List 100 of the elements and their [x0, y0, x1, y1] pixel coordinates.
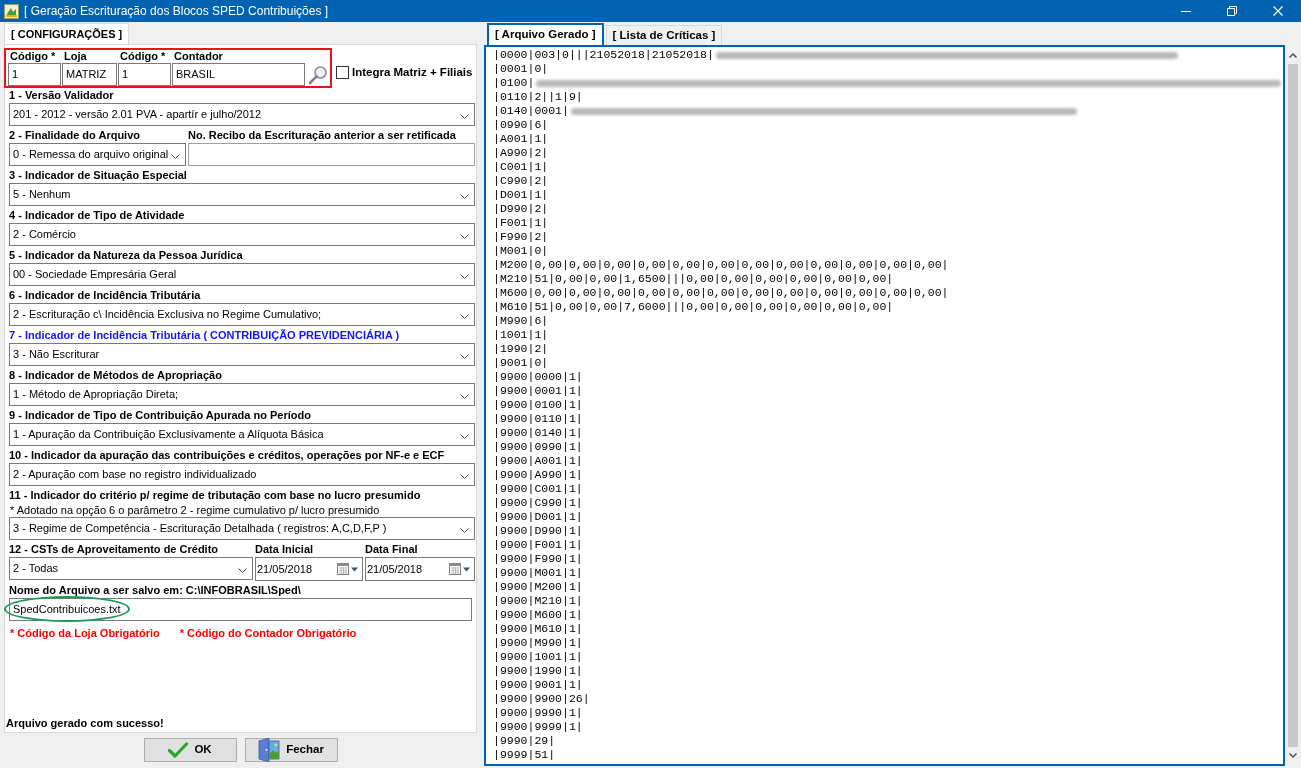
file-line: |9900|M210|1|	[493, 594, 583, 608]
error-message: * Código da Loja Obrigatório	[10, 626, 160, 641]
chevron-down-icon	[460, 528, 469, 533]
file-line: |D001|1|	[493, 188, 549, 202]
field-label: 1 - Versão Validador	[9, 88, 115, 103]
scrollbar-thumb[interactable]	[1288, 64, 1298, 747]
field-label: Data Inicial	[255, 542, 315, 557]
file-line: |9900|A001|1|	[493, 454, 583, 468]
file-line: |9900|9999|1|	[493, 720, 583, 734]
text-field[interactable]: 1	[118, 63, 171, 86]
restore-icon	[1227, 6, 1237, 16]
file-line: |1001|1|	[493, 328, 549, 342]
chevron-down-icon	[460, 354, 469, 359]
text-field[interactable]: MATRIZ	[62, 63, 117, 86]
file-line: |9900|D001|1|	[493, 510, 583, 524]
field-label: 3 - Indicador de Situação Especial	[9, 168, 188, 183]
dropdown[interactable]: 3 - Regime de Competência - Escrituração Detalhada ( registros: A,C,D,F,P )	[9, 517, 475, 540]
tab[interactable]: [ Lista de Críticas ]	[605, 25, 723, 45]
door-icon	[258, 738, 281, 762]
field-label: Contador	[173, 50, 224, 63]
file-line: |9900|1990|1|	[493, 664, 583, 678]
chevron-down-icon	[460, 114, 469, 119]
minimize-icon	[1181, 10, 1191, 12]
file-line: |9900|M200|1|	[493, 580, 583, 594]
file-line: |9900|M600|1|	[493, 608, 583, 622]
file-line: |C001|1|	[493, 160, 549, 174]
close-button[interactable]: Fechar	[244, 738, 338, 762]
field-label: 2 - Finalidade do Arquivo	[9, 128, 141, 143]
file-line: |9900|0110|1|	[493, 412, 583, 426]
search-icon[interactable]	[308, 65, 328, 85]
file-line: |0140|0001|	[493, 104, 569, 118]
tab[interactable]: [ CONFIGURAÇÕES ]	[4, 23, 130, 44]
file-line: |9900|0001|1|	[493, 384, 583, 398]
file-line: |9900|D990|1|	[493, 524, 583, 538]
file-line: |A990|2|	[493, 146, 549, 160]
file-line: |9900|F990|1|	[493, 552, 583, 566]
date-picker[interactable]: 21/05/2018	[255, 557, 363, 581]
file-text-area[interactable]	[484, 45, 1285, 766]
field-label: 11 - Indicador do critério p/ regime de tributação com base no lucro presumido	[9, 488, 422, 503]
text-field[interactable]: 1	[8, 63, 61, 86]
date-picker[interactable]: 21/05/2018	[365, 557, 475, 581]
dropdown[interactable]: 2 - Comércio	[9, 223, 475, 246]
text-field[interactable]: BRASIL	[172, 63, 305, 86]
field-label: 10 - Indicador da apuração das contribuições e créditos, operações por NF-e e ECF	[9, 448, 446, 463]
input-field[interactable]	[188, 143, 475, 166]
file-line: |9900|F001|1|	[493, 538, 583, 552]
file-line: |9900|9900|26|	[493, 692, 590, 706]
app-icon	[4, 3, 19, 19]
scroll-up-icon[interactable]	[1289, 53, 1297, 58]
file-line: |0001|0|	[493, 62, 549, 76]
field-label: 4 - Indicador de Tipo de Atividade	[9, 208, 186, 223]
file-line: |9900|9990|1|	[493, 706, 583, 720]
dropdown[interactable]: 1 - Método de Apropriação Direta;	[9, 383, 475, 406]
checkbox[interactable]	[336, 65, 349, 79]
dropdown[interactable]: 00 - Sociedade Empresária Geral	[9, 263, 475, 286]
file-line: |M610|51|0,00|0,00|7,6000|||0,00|0,00|0,00|0,00|0,00|0,00|	[493, 300, 894, 314]
field-label: Código *	[9, 50, 57, 63]
file-line: |9900|A990|1|	[493, 468, 583, 482]
dropdown[interactable]: 2 - Escrituração c\ Incidência Exclusiva no Regime Cumulativo;	[9, 303, 475, 326]
file-line: |9999|51|	[493, 748, 556, 762]
field-label: No. Recibo da Escrituração anterior a ser retificada	[188, 128, 457, 143]
dropdown[interactable]: 5 - Nenhum	[9, 183, 475, 206]
note-text: * Adotado na opção 6 o parâmetro 2 - regime cumulativo p/ lucro presumido	[9, 503, 381, 517]
file-line: |A001|1|	[493, 132, 549, 146]
file-line: |9900|M610|1|	[493, 622, 583, 636]
text-field[interactable]: SpedContribuicoes.txt	[9, 598, 472, 621]
chevron-down-icon	[171, 154, 180, 159]
ok-button[interactable]: OK	[143, 738, 237, 762]
file-line: |M001|0|	[493, 244, 549, 258]
scroll-down-icon[interactable]	[1289, 753, 1297, 758]
file-line: |9900|1001|1|	[493, 650, 583, 664]
checkbox-label: Integra Matriz + Filiais	[352, 64, 473, 80]
file-line: |M210|51|0,00|0,00|1,6500|||0,00|0,00|0,00|0,00|0,00|0,00|	[493, 272, 894, 286]
field-label: Código *	[119, 50, 167, 63]
tab[interactable]: [ Arquivo Gerado ]	[487, 23, 604, 45]
chevron-down-icon	[460, 434, 469, 439]
close-icon	[1273, 6, 1283, 16]
dropdown[interactable]: 2 - Todas	[9, 557, 253, 580]
dropdown[interactable]: 3 - Não Escriturar	[9, 343, 475, 366]
file-line: |9001|0|	[493, 356, 549, 370]
file-line: |9900|0990|1|	[493, 440, 583, 454]
dropdown[interactable]: 2 - Apuração com base no registro individualizado	[9, 463, 475, 486]
dropdown[interactable]: 201 - 2012 - versão 2.01 PVA - apartír e julho/2012	[9, 103, 475, 126]
file-line: |9900|M990|1|	[493, 636, 583, 650]
file-line: |C990|2|	[493, 174, 549, 188]
file-line: |9900|0000|1|	[493, 370, 583, 384]
file-line: |9900|M001|1|	[493, 566, 583, 580]
file-line: |F001|1|	[493, 216, 549, 230]
chevron-down-icon	[460, 234, 469, 239]
file-line: |M200|0,00|0,00|0,00|0,00|0,00|0,00|0,00|0,00|0,00|0,00|0,00|0,00|	[493, 258, 949, 272]
file-line: |9900|9001|1|	[493, 678, 583, 692]
checkmark-icon	[168, 742, 189, 758]
calendar-icon	[337, 563, 359, 575]
dropdown[interactable]: 1 - Apuração da Contribuição Exclusivamente a Alíquota Básica	[9, 423, 475, 446]
error-message: * Código do Contador Obrigatório	[179, 626, 357, 641]
field-label: 6 - Indicador de Incidência Tributária	[9, 288, 202, 303]
status-message: Arquivo gerado com sucesso!	[6, 716, 165, 731]
file-line: |0100|	[493, 76, 535, 90]
window-title: [ Geração Escrituração dos Blocos SPED Contribuições ]	[24, 3, 329, 20]
dropdown[interactable]: 0 - Remessa do arquivo original	[9, 143, 186, 166]
